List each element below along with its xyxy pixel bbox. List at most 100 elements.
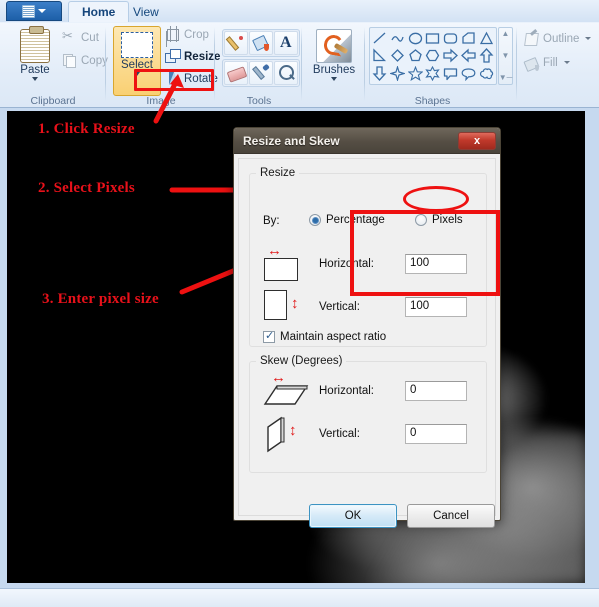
group-separator	[105, 27, 106, 101]
radio-percentage[interactable]: Percentage	[309, 214, 385, 226]
skew-vertical-input[interactable]: 0	[405, 424, 467, 444]
brushes-label: Brushes	[312, 64, 356, 76]
shape-rectangle[interactable]	[424, 30, 442, 47]
brush-icon	[316, 29, 352, 63]
dialog-title: Resize and Skew	[243, 133, 340, 148]
fill-bucket-icon[interactable]	[249, 31, 273, 55]
fill-label: Fill	[543, 56, 558, 69]
brushes-button[interactable]: Brushes	[311, 27, 357, 95]
shape-left-arrow[interactable]	[460, 47, 478, 64]
radio-pixels[interactable]: Pixels	[415, 214, 463, 226]
resize-legend: Resize	[260, 167, 296, 179]
resize-and-skew-dialog: Resize and Skew x Resize By: Percentage …	[233, 127, 501, 528]
shape-four-point-star[interactable]	[389, 65, 407, 82]
chevron-down-icon	[32, 77, 38, 81]
fill-button[interactable]: Fill	[524, 55, 570, 71]
close-icon[interactable]: x	[458, 131, 496, 150]
text-tool-icon[interactable]	[274, 31, 298, 55]
scroll-down-arrow[interactable]: ▼	[502, 52, 510, 60]
dialog-title-bar[interactable]: Resize and Skew x	[234, 128, 500, 154]
scroll-up-arrow[interactable]: ▲	[502, 30, 510, 38]
by-label: By:	[263, 215, 280, 227]
shapes-gallery[interactable]	[369, 27, 497, 85]
radio-pixels-label: Pixels	[432, 214, 463, 226]
ribbon-group-shapes: ▲ ▼ ▼─ Shapes	[366, 23, 517, 109]
fill-icon	[524, 55, 539, 71]
shape-rounded-callout[interactable]	[460, 65, 478, 82]
crop-button[interactable]: Crop	[165, 26, 209, 42]
shape-pentagon[interactable]	[406, 47, 424, 64]
ribbon-group-tools: Tools	[216, 23, 302, 109]
pencil-icon[interactable]	[224, 31, 248, 55]
skew-horizontal-input[interactable]: 0	[405, 381, 467, 401]
annotation-step-3: 3. Enter pixel size	[42, 291, 159, 307]
skew-legend: Skew (Degrees)	[260, 355, 343, 367]
shape-up-arrow[interactable]	[477, 47, 495, 64]
group-separator	[516, 27, 517, 101]
status-bar	[0, 588, 599, 607]
resize-icon	[165, 49, 181, 64]
group-separator	[364, 27, 365, 101]
radio-percentage-dot	[309, 214, 321, 226]
tools-row-1	[222, 29, 300, 57]
ribbon-group-outline-fill: Outline Fill	[518, 23, 599, 109]
shape-cloud-callout[interactable]	[477, 65, 495, 82]
resize-horizontal-input[interactable]: 100	[405, 254, 467, 274]
shape-triangle[interactable]	[477, 30, 495, 47]
group-separator	[214, 27, 215, 101]
radio-percentage-label: Percentage	[326, 214, 385, 226]
resize-button[interactable]: Resize	[165, 49, 220, 64]
shape-down-arrow[interactable]	[371, 65, 389, 82]
shape-rectangular-callout[interactable]	[442, 65, 460, 82]
vertical-resize-icon: ↕	[264, 288, 308, 324]
ribbon: Paste Cut Copy Clipboard Select	[0, 22, 599, 108]
shape-oval[interactable]	[406, 30, 424, 47]
magnifier-icon[interactable]	[274, 61, 298, 85]
shape-line[interactable]	[371, 30, 389, 47]
group-title-image: Image	[146, 95, 176, 107]
shape-right-arrow[interactable]	[442, 47, 460, 64]
chevron-down-icon	[563, 61, 570, 64]
shape-five-point-star[interactable]	[406, 65, 424, 82]
cut-button[interactable]: Cut	[62, 28, 99, 45]
maintain-aspect-ratio-label: Maintain aspect ratio	[280, 331, 387, 343]
shape-hexagon[interactable]	[424, 47, 442, 64]
select-button[interactable]: Select	[113, 26, 161, 96]
horizontal-skew-icon: ↔	[263, 370, 313, 410]
shape-diamond[interactable]	[389, 47, 407, 64]
cancel-button[interactable]: Cancel	[407, 504, 495, 528]
scissors-icon	[62, 28, 77, 45]
group-title-clipboard: Clipboard	[30, 95, 76, 107]
outline-label: Outline	[543, 32, 580, 45]
paint-menu-button[interactable]	[6, 1, 62, 21]
outline-button[interactable]: Outline	[524, 31, 592, 46]
horizontal-resize-icon: ↔	[264, 243, 308, 281]
shape-curve[interactable]	[389, 30, 407, 47]
tools-row-2	[222, 59, 300, 87]
ribbon-group-clipboard: Paste Cut Copy Clipboard	[0, 23, 108, 109]
maintain-aspect-ratio-checkbox[interactable]: Maintain aspect ratio	[263, 329, 387, 343]
group-separator	[301, 27, 302, 101]
chevron-down-icon	[38, 9, 46, 13]
select-label: Select	[121, 59, 153, 71]
color-picker-icon[interactable]	[249, 61, 273, 85]
crop-label: Crop	[184, 28, 209, 41]
shape-right-triangle[interactable]	[371, 47, 389, 64]
resize-vertical-input[interactable]: 100	[405, 297, 467, 317]
tab-view-label: View	[133, 4, 159, 19]
copy-button[interactable]: Copy	[62, 53, 108, 68]
shape-rounded-rectangle[interactable]	[442, 30, 460, 47]
tab-strip: Home View	[0, 0, 599, 22]
ok-button[interactable]: OK	[309, 504, 397, 528]
ribbon-group-image: Select Crop Resize Rotate Image	[107, 23, 230, 109]
more-shapes-arrow[interactable]: ▼─	[499, 74, 513, 82]
tab-view[interactable]: View	[120, 1, 172, 22]
eraser-icon[interactable]	[224, 61, 248, 85]
copy-label: Copy	[81, 54, 108, 67]
shape-polygon[interactable]	[460, 30, 478, 47]
paste-button[interactable]: Paste	[9, 26, 61, 95]
shape-six-point-star[interactable]	[424, 65, 442, 82]
cut-label: Cut	[81, 31, 99, 44]
document-icon	[22, 4, 35, 18]
shapes-scrollbar[interactable]: ▲ ▼ ▼─	[498, 27, 513, 85]
